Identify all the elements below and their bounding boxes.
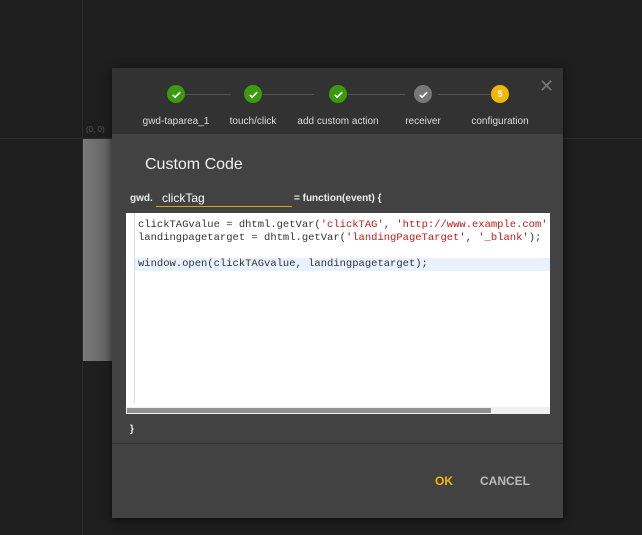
stepper: gwd-taparea_1 touch/click add custom actio… — [112, 68, 563, 134]
step-label: add custom action — [297, 116, 379, 127]
check-icon[interactable] — [167, 85, 185, 103]
code-line: landingpagetarget = dhtml.getVar('landin… — [138, 232, 542, 244]
closing-brace: } — [130, 424, 134, 435]
step-label: touch/click — [229, 116, 277, 127]
step-label: configuration — [471, 116, 529, 127]
step-connector — [438, 94, 490, 95]
check-icon[interactable] — [244, 85, 262, 103]
code-editor[interactable]: clickTAGvalue = dhtml.getVar('clickTAG',… — [126, 213, 550, 414]
cancel-button[interactable]: CANCEL — [480, 474, 530, 488]
step-current-indicator[interactable]: 5 — [491, 85, 509, 103]
check-icon[interactable] — [329, 85, 347, 103]
function-signature: = function(event) { — [294, 193, 382, 204]
step-connector — [263, 94, 314, 95]
origin-label: (0, 0) — [86, 125, 105, 134]
check-icon[interactable] — [414, 85, 432, 103]
step-label: receiver — [405, 116, 441, 127]
stage-element[interactable] — [83, 139, 113, 361]
scrollbar-thumb[interactable] — [127, 408, 491, 413]
editor-gutter — [134, 213, 135, 403]
function-name-input[interactable] — [156, 190, 292, 207]
horizontal-scrollbar[interactable] — [126, 407, 550, 414]
dialog-title: Custom Code — [145, 156, 243, 173]
ok-button[interactable]: OK — [435, 474, 453, 488]
code-line: window.open(clickTAGvalue, landingpageta… — [138, 258, 428, 270]
step-label: gwd-taparea_1 — [142, 116, 210, 127]
step-connector — [185, 94, 231, 95]
step-connector — [348, 94, 405, 95]
code-line: clickTAGvalue = dhtml.getVar('clickTAG',… — [138, 219, 548, 231]
close-icon[interactable]: ✕ — [539, 76, 554, 97]
custom-code-dialog: gwd-taparea_1 touch/click add custom actio… — [112, 68, 563, 518]
prefix-label: gwd. — [130, 193, 153, 204]
footer-divider — [112, 443, 563, 444]
